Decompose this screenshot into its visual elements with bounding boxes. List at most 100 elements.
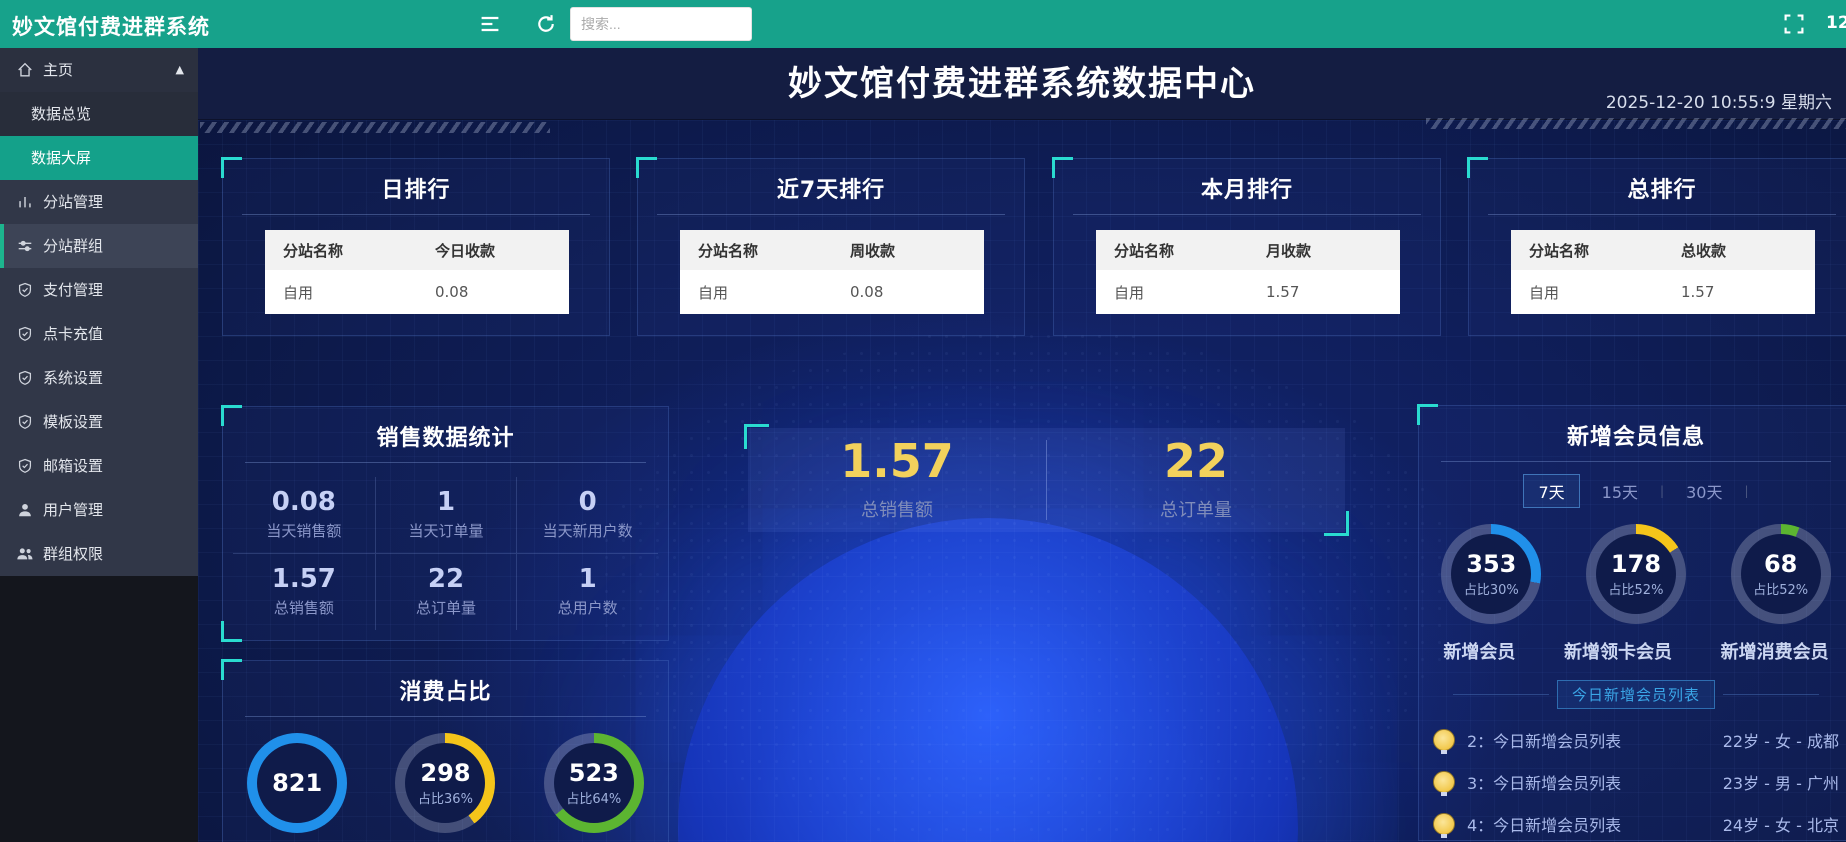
col-value: 总收款 (1663, 240, 1815, 261)
donut-value: 178 (1611, 550, 1661, 578)
divider: | (1660, 484, 1664, 498)
tab-30days[interactable]: 30天 (1672, 475, 1736, 507)
sidebar-item-substation-manage[interactable]: 分站管理 (0, 180, 198, 224)
sales-stats-panel: 销售数据统计 0.08当天销售额 1当天订单量 0当天新用户数 1.57总销售额… (222, 406, 669, 641)
rank-card-month: 本月排行 分站名称 月收款 自用 1.57 (1053, 158, 1441, 336)
tab-7days[interactable]: 7天 (1523, 474, 1579, 508)
total-sales: 1.57 总销售额 (748, 428, 1046, 532)
donut-sub: 占比36% (418, 788, 473, 807)
donut-label: 新增会员 (1443, 638, 1515, 664)
sidebar-item-data-overview[interactable]: 数据总览 (0, 92, 198, 136)
cell-value: 1.57 (1248, 283, 1400, 301)
divider (1453, 694, 1549, 695)
sidebar-item-user-manage[interactable]: 用户管理 (0, 488, 198, 532)
rank-card-title: 本月排行 (1054, 159, 1440, 204)
cell-value: 0.08 (417, 283, 569, 301)
refresh-icon[interactable] (534, 12, 558, 36)
stat-label: 当天新用户数 (517, 520, 658, 541)
rank-table-header: 分站名称 今日收款 (265, 230, 569, 270)
stat-value: 0 (517, 487, 658, 517)
divider (245, 716, 646, 717)
sidebar: 主页 ▲ 数据总览 数据大屏 分站管理 分站群组 支付管理 点卡充值 系统设置 … (0, 48, 198, 842)
today-member-list-button[interactable]: 今日新增会员列表 (1557, 680, 1715, 709)
sidebar-item-home[interactable]: 主页 ▲ (0, 48, 198, 92)
stat-label: 当天销售额 (233, 520, 375, 541)
sidebar-item-group-permissions[interactable]: 群组权限 (0, 532, 198, 576)
collapse-menu-icon[interactable] (478, 12, 502, 36)
rank-card-title: 总排行 (1469, 159, 1846, 204)
stat-cell: 0.08当天销售额 (233, 477, 375, 553)
stat-cell: 1总用户数 (516, 553, 658, 630)
stat-label: 当天订单量 (376, 520, 517, 541)
fullscreen-icon[interactable] (1782, 12, 1806, 36)
screen-datetime: 2025-12-20 10:55:9 星期六 (1606, 88, 1832, 113)
divider (245, 462, 646, 463)
users-icon (16, 545, 34, 563)
col-value: 周收款 (832, 240, 984, 261)
divider (1441, 461, 1832, 462)
rank-table: 分站名称 周收款 自用 0.08 (680, 230, 984, 314)
sidebar-item-card-recharge[interactable]: 点卡充值 (0, 312, 198, 356)
username[interactable]: 123 (1826, 13, 1846, 33)
divider: | (1744, 484, 1748, 498)
search-input[interactable] (570, 7, 752, 41)
member-text: 3：今日新增会员列表 (1467, 770, 1723, 794)
donut-chart: 298占比36% (395, 733, 495, 833)
donut-label: 新增消费会员 (1721, 638, 1829, 664)
cell-name: 自用 (1096, 282, 1248, 303)
donut-value: 298 (420, 759, 470, 787)
screen-title: 妙文馆付费进群系统数据中心 (198, 48, 1846, 120)
sidebar-item-system-settings[interactable]: 系统设置 (0, 356, 198, 400)
donut-value: 68 (1764, 550, 1797, 578)
sidebar-item-payment-manage[interactable]: 支付管理 (0, 268, 198, 312)
donut-sub: 占比64% (566, 788, 621, 807)
col-name: 分站名称 (1511, 240, 1663, 261)
sidebar-item-mail-settings[interactable]: 邮箱设置 (0, 444, 198, 488)
sidebar-item-substation-groups[interactable]: 分站群组 (0, 224, 198, 268)
shield-check-icon (16, 413, 34, 431)
sales-stats-title: 销售数据统计 (223, 407, 668, 452)
member-meta: 22岁 - 女 - 成都 (1723, 728, 1839, 752)
shield-check-icon (16, 457, 34, 475)
sidebar-item-template-settings[interactable]: 模板设置 (0, 400, 198, 444)
donut-value: 353 (1466, 550, 1516, 578)
rank-card-title: 近7天排行 (638, 159, 1024, 204)
chevron-up-icon: ▲ (176, 48, 184, 92)
col-name: 分站名称 (680, 240, 832, 261)
consumption-donuts: 821 298占比36% 523占比64% (223, 733, 668, 833)
topbar: 妙文馆付费进群系统 123 (0, 0, 1846, 48)
sidebar-item-data-screen[interactable]: 数据大屏 (0, 136, 198, 180)
globe-graphic (678, 518, 1298, 842)
rank-table-header: 分站名称 总收款 (1511, 230, 1815, 270)
sidebar-item-label: 支付管理 (43, 268, 103, 312)
donut-chart: 523占比64% (544, 733, 644, 833)
rank-table-row: 自用 0.08 (680, 270, 984, 314)
donut-value: 523 (569, 759, 619, 787)
new-members-title: 新增会员信息 (1419, 406, 1846, 451)
consumption-title: 消费占比 (223, 661, 668, 706)
sidebar-item-label: 分站管理 (43, 180, 103, 224)
cell-value: 1.57 (1663, 283, 1815, 301)
dots-texture (598, 328, 1458, 842)
total-sales-value: 1.57 (748, 434, 1046, 488)
donut-sub: 占比30% (1464, 579, 1519, 598)
data-screen: 妙文馆付费进群系统数据中心 2025-12-20 10:55:9 星期六 日排行… (198, 48, 1846, 842)
rank-table-row: 自用 0.08 (265, 270, 569, 314)
sidebar-item-label: 邮箱设置 (43, 444, 103, 488)
col-name: 分站名称 (1096, 240, 1248, 261)
member-text: 2：今日新增会员列表 (1467, 728, 1723, 752)
shield-check-icon (16, 281, 34, 299)
sidebar-item-label: 系统设置 (43, 356, 103, 400)
col-name: 分站名称 (265, 240, 417, 261)
member-donut-labels: 新增会员 新增领卡会员 新增消费会员 (1419, 638, 1846, 664)
cell-value: 0.08 (832, 283, 984, 301)
member-list-header: 今日新增会员列表 (1419, 680, 1846, 709)
tab-15days[interactable]: 15天 (1588, 475, 1652, 507)
sidebar-item-label: 数据大屏 (31, 136, 91, 180)
rank-table-row: 自用 1.57 (1096, 270, 1400, 314)
divider (242, 214, 589, 215)
sidebar-item-label: 主页 (43, 48, 73, 92)
period-tabs: 7天 15天 | 30天 | (1419, 474, 1846, 508)
rank-card-7days: 近7天排行 分站名称 周收款 自用 0.08 (637, 158, 1025, 336)
columns-icon (16, 193, 34, 211)
